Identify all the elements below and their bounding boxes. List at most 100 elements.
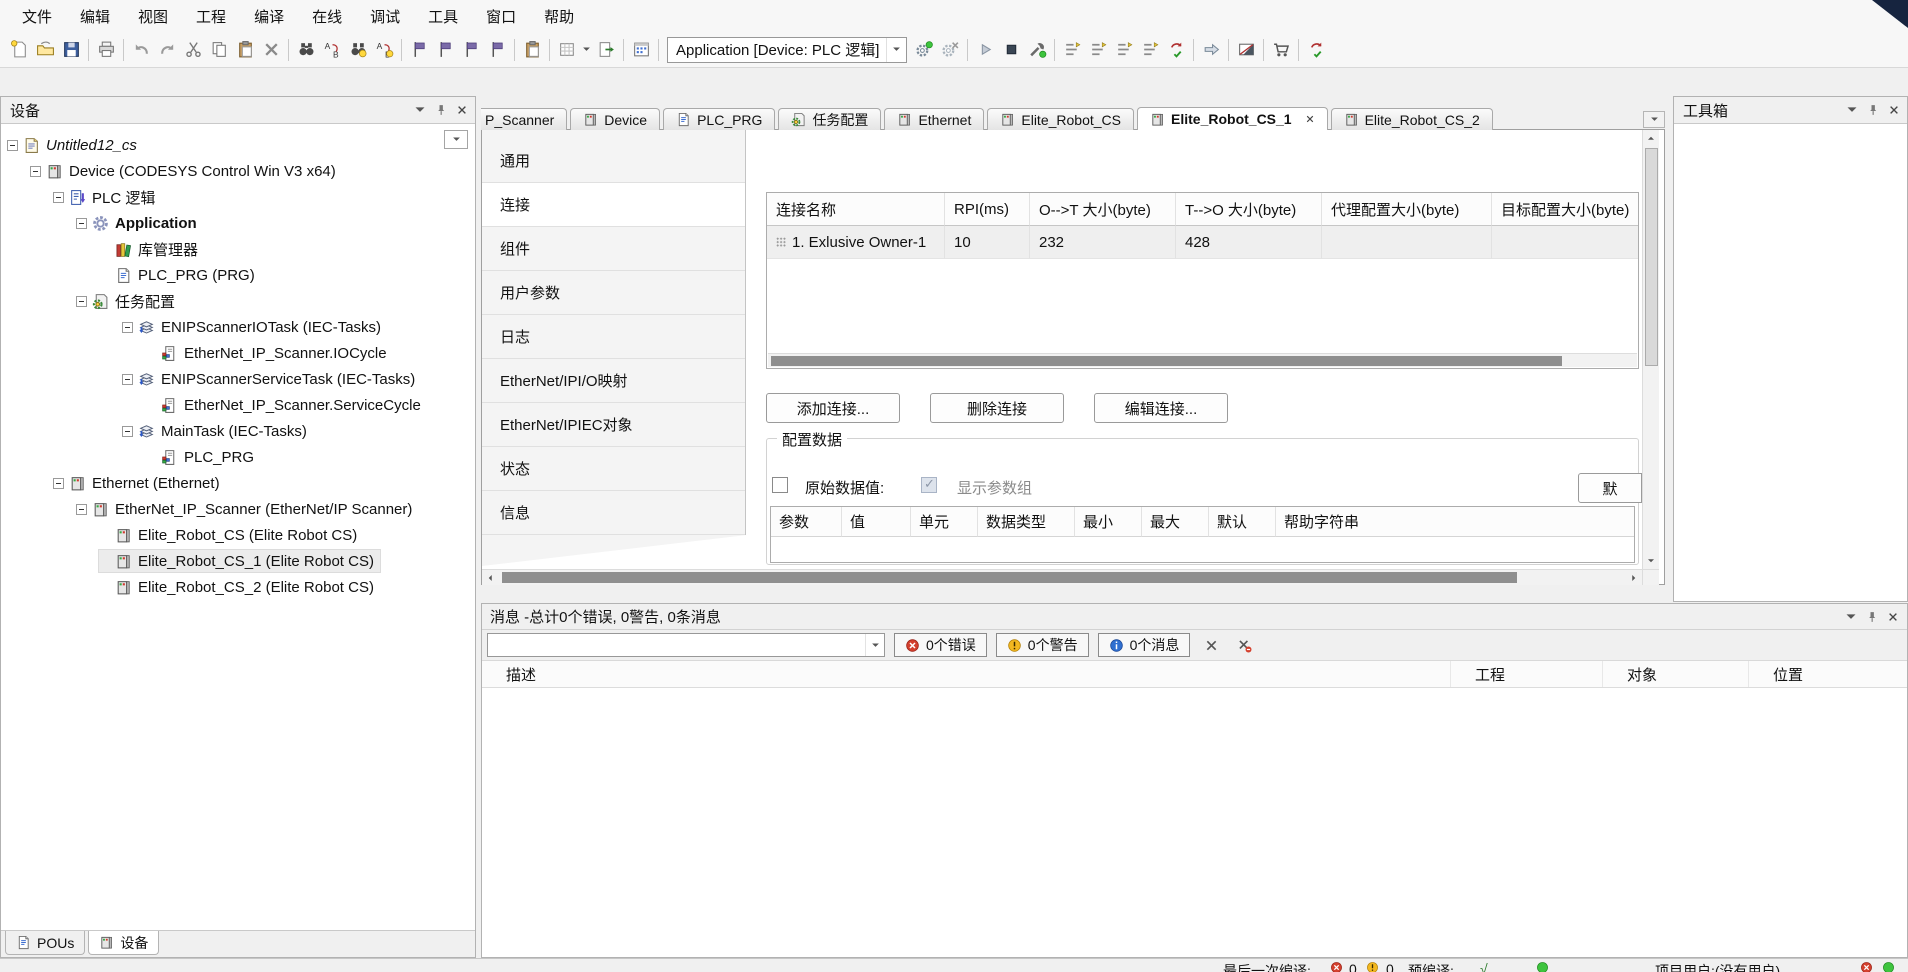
paste-icon[interactable] [232, 36, 258, 64]
display-mode-icon[interactable] [1233, 36, 1259, 64]
open-project-icon[interactable] [32, 36, 58, 64]
combo-arrow-icon[interactable] [865, 634, 884, 656]
tree-filter-dropdown[interactable] [444, 130, 468, 149]
panel-pin-icon[interactable] [1867, 104, 1879, 116]
tree-item-elite-robot-cs-2[interactable]: Elite_Robot_CS_2 (Elite Robot CS) [1, 574, 475, 600]
tree-item-maintask-plc-prg[interactable]: PLC_PRG [1, 444, 475, 470]
errors-filter-button[interactable]: 0个错误 [894, 633, 987, 657]
cut-icon[interactable] [180, 36, 206, 64]
nav-assemblies[interactable]: 组件 [482, 227, 745, 271]
col-object[interactable]: 对象 [1603, 661, 1749, 687]
tree-item-application[interactable]: Application [1, 210, 475, 236]
expander-icon[interactable] [122, 426, 133, 437]
col-default[interactable]: 默认 [1209, 507, 1276, 537]
scroll-right-icon[interactable] [1626, 570, 1642, 586]
tree-item-enipscanner-io-task[interactable]: ENIPScannerIOTask (IEC-Tasks) [1, 314, 475, 340]
expander-icon[interactable] [122, 322, 133, 333]
col-help-string[interactable]: 帮助字符串 [1276, 507, 1634, 537]
refresh-references-icon[interactable] [628, 36, 654, 64]
expander-icon[interactable] [76, 296, 87, 307]
editor-vertical-scrollbar[interactable] [1642, 130, 1659, 569]
doc-tab-p-scanner[interactable]: P_Scanner [481, 108, 567, 130]
raw-data-checkbox[interactable] [772, 477, 788, 493]
menu-help[interactable]: 帮助 [530, 0, 588, 33]
col-description[interactable]: 描述 [482, 661, 1451, 687]
tree-item-iocycle[interactable]: EtherNet_IP_Scanner.IOCycle [1, 340, 475, 366]
redo-icon[interactable] [154, 36, 180, 64]
bookmark-prev-icon[interactable] [432, 36, 458, 64]
doc-tab-elite-robot-cs-2[interactable]: Elite_Robot_CS_2 [1331, 108, 1493, 130]
connection-row[interactable]: 1. Exlusive Owner-1 10 232 428 [767, 226, 1638, 259]
menu-tools[interactable]: 工具 [414, 0, 472, 33]
col-max[interactable]: 最大 [1142, 507, 1209, 537]
tree-item-elite-robot-cs[interactable]: Elite_Robot_CS (Elite Robot CS) [1, 522, 475, 548]
tab-list-dropdown[interactable] [1643, 111, 1665, 128]
doc-tab-plc-prg[interactable]: PLC_PRG [663, 108, 775, 130]
scroll-left-icon[interactable] [482, 570, 498, 586]
doc-tab-task-configuration[interactable]: 任务配置 [778, 108, 881, 130]
col-value[interactable]: 值 [842, 507, 911, 537]
watch-list-icon[interactable] [1268, 36, 1294, 64]
doc-tab-device[interactable]: Device [570, 108, 660, 130]
step-over-icon[interactable] [1059, 36, 1085, 64]
tree-item-enipscanner-service-task[interactable]: ENIPScannerServiceTask (IEC-Tasks) [1, 366, 475, 392]
edit-connection-button[interactable]: 编辑连接... [1094, 393, 1228, 423]
tab-devices[interactable]: 设备 [88, 931, 159, 955]
add-connection-button[interactable]: 添加连接... [766, 393, 900, 423]
connections-table-hscrollbar[interactable] [768, 353, 1637, 367]
panel-pin-icon[interactable] [435, 104, 447, 116]
doc-tab-elite-robot-cs[interactable]: Elite_Robot_CS [987, 108, 1134, 130]
menu-view[interactable]: 视图 [124, 0, 182, 33]
message-category-combo[interactable] [487, 633, 885, 657]
tree-item-plc-logic[interactable]: PLC 逻辑 [1, 184, 475, 210]
undo-icon[interactable] [128, 36, 154, 64]
col-project[interactable]: 工程 [1451, 661, 1603, 687]
col-parameter[interactable]: 参数 [771, 507, 842, 537]
col-proxy-config-size[interactable]: 代理配置大小(byte) [1322, 193, 1492, 226]
panel-close-icon[interactable] [1888, 104, 1900, 116]
online-config-icon[interactable] [1024, 36, 1050, 64]
messages-filter-button[interactable]: 0个消息 [1098, 633, 1191, 657]
panel-close-icon[interactable] [1887, 611, 1899, 623]
panel-close-icon[interactable] [456, 104, 468, 116]
insert-device-icon[interactable] [554, 36, 580, 64]
tree-item-library-manager[interactable]: 库管理器 [1, 236, 475, 262]
tree-item-ethernet-ip-scanner[interactable]: EtherNet_IP_Scanner (EtherNet/IP Scanner… [1, 496, 475, 522]
find-in-project-icon[interactable] [345, 36, 371, 64]
expander-icon[interactable] [30, 166, 41, 177]
nav-io-mapping[interactable]: EtherNet/IPI/O映射 [482, 359, 745, 403]
tree-item-plc-prg[interactable]: PLC_PRG (PRG) [1, 262, 475, 288]
nav-connections[interactable]: 连接 [482, 183, 745, 227]
col-target-config-size[interactable]: 目标配置大小(byte) [1492, 193, 1638, 226]
menu-edit[interactable]: 编辑 [66, 0, 124, 33]
bookmark-clear-icon[interactable] [484, 36, 510, 64]
doc-tab-ethernet[interactable]: Ethernet [884, 108, 984, 130]
copy-icon[interactable] [206, 36, 232, 64]
insert-device-dropdown-icon[interactable] [580, 36, 593, 64]
tree-item-ethernet[interactable]: Ethernet (Ethernet) [1, 470, 475, 496]
warnings-filter-button[interactable]: 0个警告 [996, 633, 1089, 657]
menu-build[interactable]: 编译 [240, 0, 298, 33]
print-icon[interactable] [93, 36, 119, 64]
clipped-defaults-button[interactable]: 默 [1578, 473, 1642, 503]
scrollbar-thumb[interactable] [1645, 148, 1658, 366]
replace-icon[interactable] [319, 36, 345, 64]
expander-icon[interactable] [76, 504, 87, 515]
col-ot-size[interactable]: O-->T 大小(byte) [1030, 193, 1176, 226]
tree-item-task-configuration[interactable]: 任务配置 [1, 288, 475, 314]
start-icon[interactable] [972, 36, 998, 64]
new-project-icon[interactable] [6, 36, 32, 64]
clean-build-icon[interactable] [937, 36, 963, 64]
delete-connection-button[interactable]: 删除连接 [930, 393, 1064, 423]
col-min[interactable]: 最小 [1075, 507, 1142, 537]
expander-icon[interactable] [76, 218, 87, 229]
scroll-up-icon[interactable] [1643, 130, 1659, 146]
active-application-combo[interactable]: Application [Device: PLC 逻辑] [667, 37, 907, 63]
col-rpi[interactable]: RPI(ms) [945, 193, 1030, 226]
close-tab-icon[interactable] [1305, 111, 1315, 127]
export-icon[interactable] [593, 36, 619, 64]
step-out-icon[interactable] [1111, 36, 1137, 64]
panel-pin-icon[interactable] [1866, 611, 1878, 623]
tree-item-maintask[interactable]: MainTask (IEC-Tasks) [1, 418, 475, 444]
scrollbar-thumb[interactable] [771, 356, 1562, 366]
